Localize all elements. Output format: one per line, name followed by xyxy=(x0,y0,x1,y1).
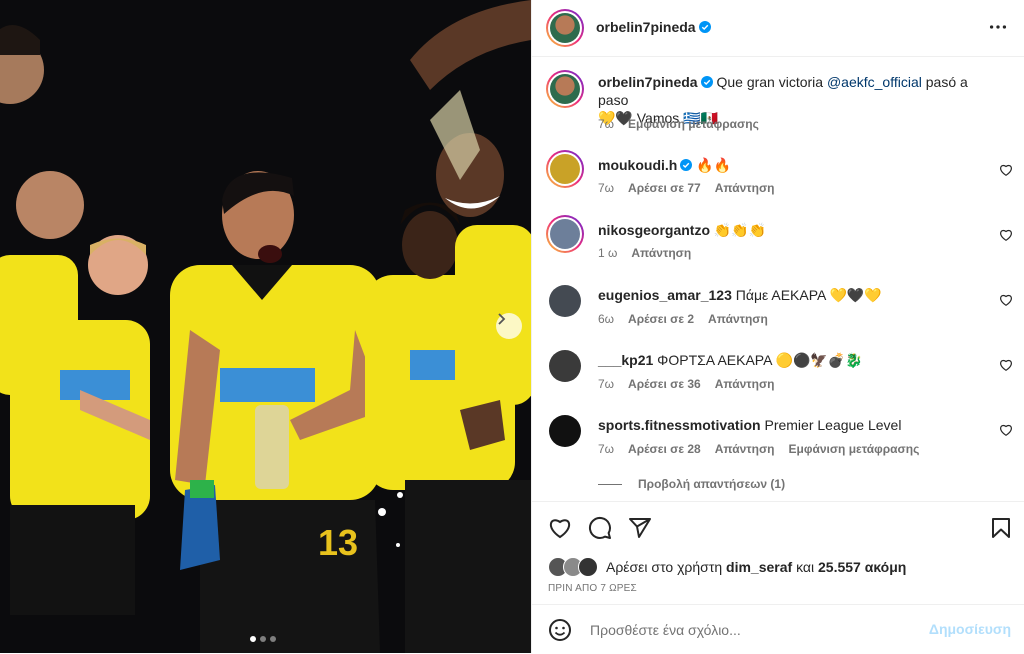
svg-text:13: 13 xyxy=(318,522,358,563)
author-avatar[interactable] xyxy=(546,9,584,47)
instagram-post-modal: 13 orbelin7pineda orbelin7pineda Que gra… xyxy=(0,0,1024,653)
post-comment-button[interactable]: Δημοσίευση xyxy=(929,621,1011,637)
comment-text: ___kp21 ΦΟΡΤΣΑ ΑΕΚΑΡΑ 🟡⚫🦅💣🐉 xyxy=(598,351,985,369)
comment-body: ΦΟΡΤΣΑ ΑΕΚΑΡΑ 🟡⚫🦅💣🐉 xyxy=(657,352,863,368)
comment-text: eugenios_amar_123 Πάμε ΑΕΚΑΡΑ 💛🖤💛 xyxy=(598,286,985,304)
likes-summary: Αρέσει στο χρήστη dim_seraf και 25.557 α… xyxy=(548,557,906,577)
comments-section[interactable]: orbelin7pineda Que gran victoria @aekfc_… xyxy=(532,57,1024,501)
post-photo[interactable]: 13 xyxy=(0,0,531,653)
heart-icon[interactable] xyxy=(548,516,572,540)
view-replies-button[interactable]: Προβολή απαντήσεων (1) xyxy=(598,477,785,491)
reply-button[interactable]: Απάντηση xyxy=(715,377,775,391)
liker-avatars xyxy=(548,557,600,577)
comment-likes[interactable]: Αρέσει σε 36 xyxy=(628,377,701,391)
carousel-next-button[interactable] xyxy=(496,313,522,339)
comment-body: Πάμε ΑΕΚΑΡΑ 💛🖤💛 xyxy=(735,287,882,303)
caption-mention-link[interactable]: @aekfc_official xyxy=(827,74,922,90)
comment-meta: 1 ω Απάντηση xyxy=(598,246,705,260)
view-replies-label: Προβολή απαντήσεων (1) xyxy=(638,477,786,491)
comment-meta: 7ω Αρέσει σε 77 Απάντηση xyxy=(598,181,789,195)
verified-badge-icon xyxy=(698,21,711,33)
comment-like-heart-icon[interactable] xyxy=(999,358,1013,372)
team-huddle-photo: 13 xyxy=(0,0,531,653)
emoji-icon[interactable] xyxy=(548,618,572,642)
comment-username[interactable]: eugenios_amar_123 xyxy=(598,287,732,303)
commenter-avatar[interactable] xyxy=(549,350,581,382)
chevron-right-icon xyxy=(498,313,506,325)
reply-button[interactable]: Απάντηση xyxy=(715,181,775,195)
share-icon[interactable] xyxy=(628,516,652,540)
caption-body: Que gran victoria xyxy=(716,74,827,90)
reply-button[interactable]: Απάντηση xyxy=(631,246,691,260)
comment-icon[interactable] xyxy=(588,516,612,540)
comment-body: Premier League Level xyxy=(764,417,902,433)
caption-avatar[interactable] xyxy=(546,70,584,108)
comment-text: moukoudi.h 🔥🔥 xyxy=(598,156,985,174)
comment-meta: 7ω Αρέσει σε 36 Απάντηση xyxy=(598,377,789,391)
comment-like-heart-icon[interactable] xyxy=(999,423,1013,437)
comment-time: 7ω xyxy=(598,377,615,391)
comment-username[interactable]: moukoudi.h xyxy=(598,157,677,173)
comment-time: 7ω xyxy=(598,181,615,195)
carousel-dot xyxy=(260,636,266,642)
comment-like-heart-icon[interactable] xyxy=(999,293,1013,307)
commenter-avatar[interactable] xyxy=(546,150,584,188)
comment-username[interactable]: nikosgeorgantzo xyxy=(598,222,710,238)
liker-avatar xyxy=(578,557,598,577)
comment-input[interactable] xyxy=(588,618,922,642)
liker-username[interactable]: dim_seraf xyxy=(726,559,792,575)
add-comment-bar: Δημοσίευση xyxy=(532,604,1024,654)
commenter-avatar[interactable] xyxy=(546,215,584,253)
caption-meta: 7ω Εμφάνιση μετάφρασης xyxy=(598,117,773,131)
author-username[interactable]: orbelin7pineda xyxy=(596,19,696,35)
comment-likes[interactable]: Αρέσει σε 28 xyxy=(628,442,701,456)
bookmark-icon[interactable] xyxy=(989,516,1013,540)
comment-username[interactable]: ___kp21 xyxy=(598,352,653,368)
likes-prefix: Αρέσει στο χρήστη xyxy=(606,559,723,575)
replies-divider-line xyxy=(598,484,622,486)
comment-likes[interactable]: Αρέσει σε 2 xyxy=(628,312,694,326)
post-timestamp: ΠΡΙΝ ΑΠΟ 7 ΩΡΕΣ xyxy=(548,583,637,594)
post-header: orbelin7pineda xyxy=(532,0,1024,57)
commenter-avatar[interactable] xyxy=(549,415,581,447)
verified-badge-icon xyxy=(680,159,693,171)
carousel-dots xyxy=(250,636,276,642)
carousel-dot-active xyxy=(250,636,256,642)
more-options-icon[interactable] xyxy=(987,16,1009,38)
comment-body: 🔥🔥 xyxy=(696,157,732,173)
likes-middle: και xyxy=(796,559,815,575)
comment-like-heart-icon[interactable] xyxy=(999,228,1013,242)
comment-meta: 6ω Αρέσει σε 2 Απάντηση xyxy=(598,312,782,326)
comment-username[interactable]: sports.fitnessmotivation xyxy=(598,417,761,433)
commenter-avatar[interactable] xyxy=(549,285,581,317)
comment-text: sports.fitnessmotivation Premier League … xyxy=(598,416,985,434)
reply-button[interactable]: Απάντηση xyxy=(715,442,775,456)
likes-count[interactable]: 25.557 ακόμη xyxy=(818,559,906,575)
carousel-dot xyxy=(270,636,276,642)
comment-time: 6ω xyxy=(598,312,615,326)
post-actions: Αρέσει στο χρήστη dim_seraf και 25.557 α… xyxy=(532,501,1024,604)
comment-meta: 7ω Αρέσει σε 28 Απάντηση Εμφάνιση μετάφραση… xyxy=(598,442,933,456)
comment-time: 1 ω xyxy=(598,246,618,260)
comment-text: nikosgeorgantzo 👏👏👏 xyxy=(598,221,985,239)
caption-username[interactable]: orbelin7pineda xyxy=(598,74,698,90)
see-translation-link[interactable]: Εμφάνιση μετάφρασης xyxy=(628,117,759,131)
comment-body: 👏👏👏 xyxy=(713,222,767,238)
caption-time: 7ω xyxy=(598,117,615,131)
comment-time: 7ω xyxy=(598,442,615,456)
comment-likes[interactable]: Αρέσει σε 77 xyxy=(628,181,701,195)
verified-badge-icon xyxy=(700,76,713,88)
comment-like-heart-icon[interactable] xyxy=(999,163,1013,177)
see-translation-link[interactable]: Εμφάνιση μετάφρασης xyxy=(789,442,920,456)
reply-button[interactable]: Απάντηση xyxy=(708,312,768,326)
post-details-panel: orbelin7pineda orbelin7pineda Que gran v… xyxy=(531,0,1024,653)
